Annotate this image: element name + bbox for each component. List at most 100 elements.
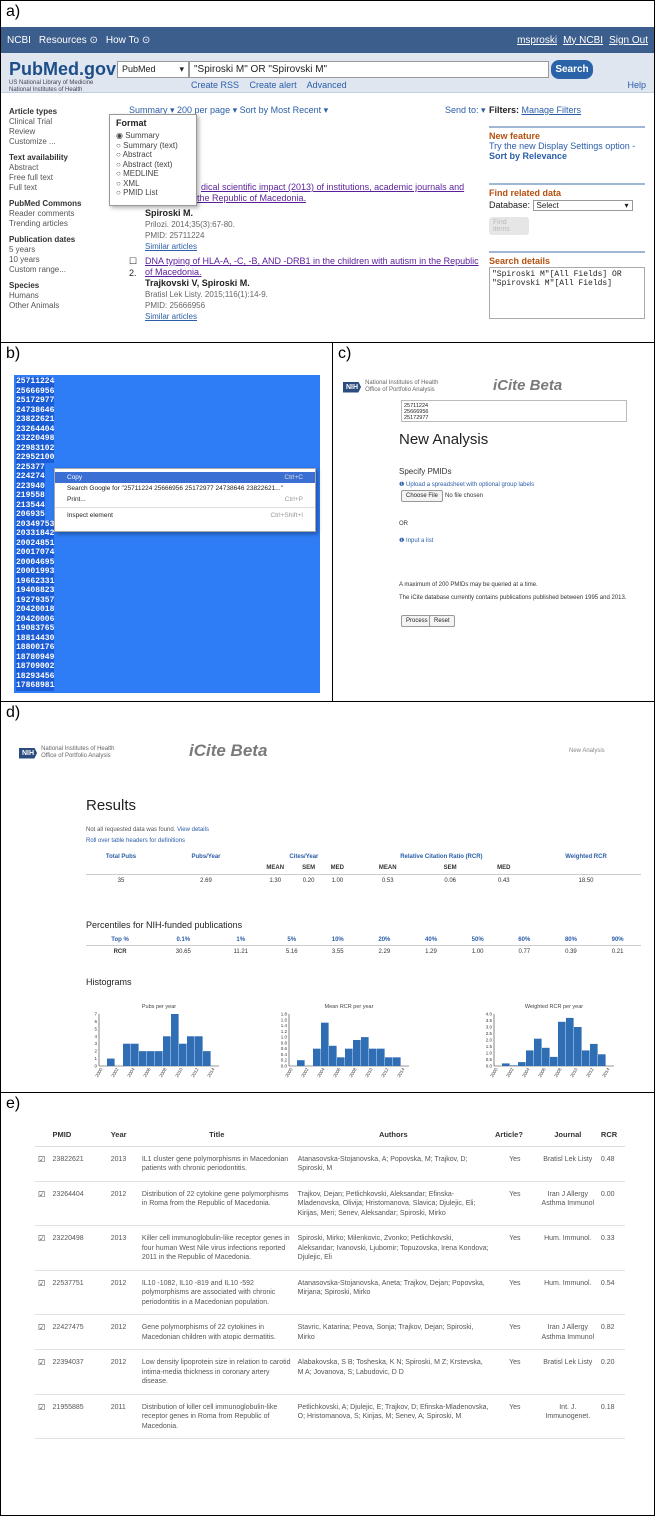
col-rcr[interactable]: Relative Citation Ratio (RCR) bbox=[352, 852, 531, 862]
help-link[interactable]: Help bbox=[627, 80, 646, 90]
col-journal[interactable]: Journal bbox=[537, 1124, 598, 1147]
ncbi-brand-link[interactable]: NCBI bbox=[7, 35, 31, 46]
format-option-abstract[interactable]: ○ Abstract bbox=[116, 150, 190, 160]
signout-link[interactable]: Sign Out bbox=[609, 35, 648, 46]
pct-header[interactable]: 10% bbox=[314, 935, 361, 946]
database-select[interactable]: PubMed ▾ bbox=[117, 61, 189, 78]
nih-logo[interactable]: NIH National Institutes of Health Office … bbox=[343, 380, 438, 394]
sidebar-item-humans[interactable]: Humans bbox=[9, 291, 109, 301]
pct-value: 3.55 bbox=[331, 949, 344, 955]
pct-header[interactable]: 40% bbox=[408, 935, 455, 946]
pmid-line: 24738646 bbox=[16, 405, 55, 415]
cell-year: 2012 bbox=[107, 1349, 139, 1395]
result-2-checkbox[interactable]: ☐ bbox=[129, 256, 141, 267]
col-title[interactable]: Title bbox=[138, 1124, 295, 1147]
row-checkbox[interactable]: ☑ bbox=[35, 1394, 50, 1439]
resources-menu[interactable]: Resources ⊙ bbox=[39, 35, 98, 46]
search-input[interactable]: "Spiroski M" OR "Spirovski M" bbox=[189, 61, 549, 78]
sidebar-item-reader-comments[interactable]: Reader comments bbox=[9, 209, 109, 219]
col-pubs-per-year[interactable]: Pubs/Year bbox=[156, 852, 256, 862]
pct-header[interactable]: 20% bbox=[361, 935, 408, 946]
ctx-search-google[interactable]: Search Google for "25711224 25666956 251… bbox=[55, 483, 315, 494]
sidebar-item-custom-range[interactable]: Custom range... bbox=[9, 265, 109, 275]
sidebar-item-5-years[interactable]: 5 years bbox=[9, 245, 109, 255]
view-details-link[interactable]: View details bbox=[177, 827, 209, 833]
pubmed-logo[interactable]: PubMed.gov US National Library of Medicin… bbox=[9, 59, 116, 94]
y-tick-label: 1.4 bbox=[281, 1023, 288, 1028]
format-option-xml[interactable]: ○ XML bbox=[116, 179, 190, 189]
pct-header[interactable]: 5% bbox=[269, 935, 314, 946]
sidebar-item-other-animals[interactable]: Other Animals bbox=[9, 301, 109, 311]
row-checkbox[interactable]: ☑ bbox=[35, 1349, 50, 1395]
result-2-similar-link[interactable]: Similar articles bbox=[145, 312, 197, 321]
col-cites-per-year[interactable]: Cites/Year bbox=[256, 852, 352, 862]
ncbi-top-bar: NCBI Resources ⊙ How To ⊙ msproski My NC… bbox=[1, 27, 654, 53]
col-pmid[interactable]: PMID bbox=[49, 1124, 108, 1147]
pct-header[interactable]: Top % bbox=[86, 935, 154, 946]
row-checkbox[interactable]: ☑ bbox=[35, 1181, 50, 1226]
search-details-textarea[interactable]: "Spiroski M"[All Fields] OR "Spirovski M… bbox=[489, 267, 645, 319]
manage-filters-link[interactable]: Manage Filters bbox=[522, 105, 582, 115]
format-option-summary[interactable]: ◉ Summary bbox=[116, 131, 190, 141]
result-2-title[interactable]: DNA typing of HLA-A, -C, -B, AND -DRB1 i… bbox=[145, 256, 479, 277]
sidebar-item-full-text[interactable]: Full text bbox=[9, 183, 109, 193]
col-total-pubs[interactable]: Total Pubs bbox=[86, 852, 156, 862]
sidebar-item-10-years[interactable]: 10 years bbox=[9, 255, 109, 265]
create-alert-link[interactable]: Create alert bbox=[250, 80, 297, 90]
y-tick-label: 0.5 bbox=[486, 1057, 493, 1062]
pct-header[interactable]: 0.1% bbox=[154, 935, 212, 946]
pct-header[interactable]: 80% bbox=[548, 935, 595, 946]
sidebar-item-trending[interactable]: Trending articles bbox=[9, 219, 109, 229]
create-rss-link[interactable]: Create RSS bbox=[191, 80, 239, 90]
cell-rcr: 0.33 bbox=[597, 1225, 625, 1271]
related-database-select[interactable]: Select ▾ bbox=[532, 200, 633, 211]
format-option-abstract-text[interactable]: ○ Abstract (text) bbox=[116, 160, 190, 170]
advanced-link[interactable]: Advanced bbox=[307, 80, 347, 90]
sort-by-relevance-link[interactable]: Sort by Relevance bbox=[489, 151, 645, 161]
find-items-button[interactable]: Find items bbox=[489, 217, 529, 235]
format-option-pmid-list[interactable]: ○ PMID List bbox=[116, 188, 190, 198]
ctx-print[interactable]: Print... Ctrl+P bbox=[55, 494, 315, 505]
user-link[interactable]: msproski bbox=[517, 35, 557, 46]
pct-header[interactable]: 90% bbox=[594, 935, 641, 946]
sidebar-item-abstract[interactable]: Abstract bbox=[9, 163, 109, 173]
choose-file-button[interactable]: Choose File bbox=[401, 490, 444, 502]
pmid-textarea[interactable]: 25711224 25666956 25172977 bbox=[401, 400, 627, 422]
sidebar-item-customize[interactable]: Customize ... bbox=[9, 137, 109, 147]
process-button[interactable]: Process bbox=[401, 615, 433, 627]
cell-rcr: 0.54 bbox=[597, 1270, 625, 1315]
send-to-menu[interactable]: Send to: ▾ bbox=[445, 105, 486, 116]
ctx-copy[interactable]: Copy Ctrl+C bbox=[55, 472, 315, 483]
result-1-title-cont[interactable]: the Republic of Macedonia. bbox=[197, 193, 306, 203]
howto-menu[interactable]: How To ⊙ bbox=[106, 35, 150, 46]
sidebar-item-clinical-trial[interactable]: Clinical Trial bbox=[9, 117, 109, 127]
pct-header[interactable]: 1% bbox=[212, 935, 269, 946]
myncbi-link[interactable]: My NCBI bbox=[563, 35, 603, 46]
sidebar-item-free-full-text[interactable]: Free full text bbox=[9, 173, 109, 183]
val-cites-mean: 1.30 bbox=[269, 878, 282, 884]
reset-button[interactable]: Reset bbox=[429, 615, 455, 627]
pct-header[interactable]: 50% bbox=[454, 935, 501, 946]
cell-title: Distribution of 22 cytokine gene polymor… bbox=[138, 1181, 295, 1226]
row-checkbox[interactable]: ☑ bbox=[35, 1270, 50, 1315]
row-checkbox[interactable]: ☑ bbox=[35, 1314, 50, 1350]
selected-text-area[interactable]: 25711224 25666956 25172977 24738646 23822621… bbox=[14, 375, 320, 693]
row-checkbox[interactable]: ☑ bbox=[35, 1146, 50, 1182]
col-rcr[interactable]: RCR bbox=[597, 1124, 625, 1147]
result-1-title[interactable]: dical scientific impact (2013) of instit… bbox=[201, 182, 464, 192]
format-option-medline[interactable]: ○ MEDLINE bbox=[116, 169, 190, 179]
col-weighted-rcr[interactable]: Weighted RCR bbox=[531, 852, 641, 862]
pct-header[interactable]: 60% bbox=[501, 935, 548, 946]
cell-rcr: 0.20 bbox=[597, 1349, 625, 1395]
search-button[interactable]: Search bbox=[551, 60, 593, 79]
result-1-similar-link[interactable]: Similar articles bbox=[145, 242, 197, 251]
col-authors[interactable]: Authors bbox=[294, 1124, 492, 1147]
format-option-summary-text[interactable]: ○ Summary (text) bbox=[116, 141, 190, 151]
new-analysis-link[interactable]: New Analysis bbox=[569, 748, 605, 754]
sidebar-item-review[interactable]: Review bbox=[9, 127, 109, 137]
nih-logo[interactable]: NIH National Institutes of Health Office … bbox=[19, 746, 114, 760]
row-checkbox[interactable]: ☑ bbox=[35, 1225, 50, 1271]
col-year[interactable]: Year bbox=[107, 1124, 139, 1147]
col-article[interactable]: Article? bbox=[491, 1124, 538, 1147]
ctx-inspect-element[interactable]: Inspect element Ctrl+Shift+I bbox=[55, 510, 315, 521]
